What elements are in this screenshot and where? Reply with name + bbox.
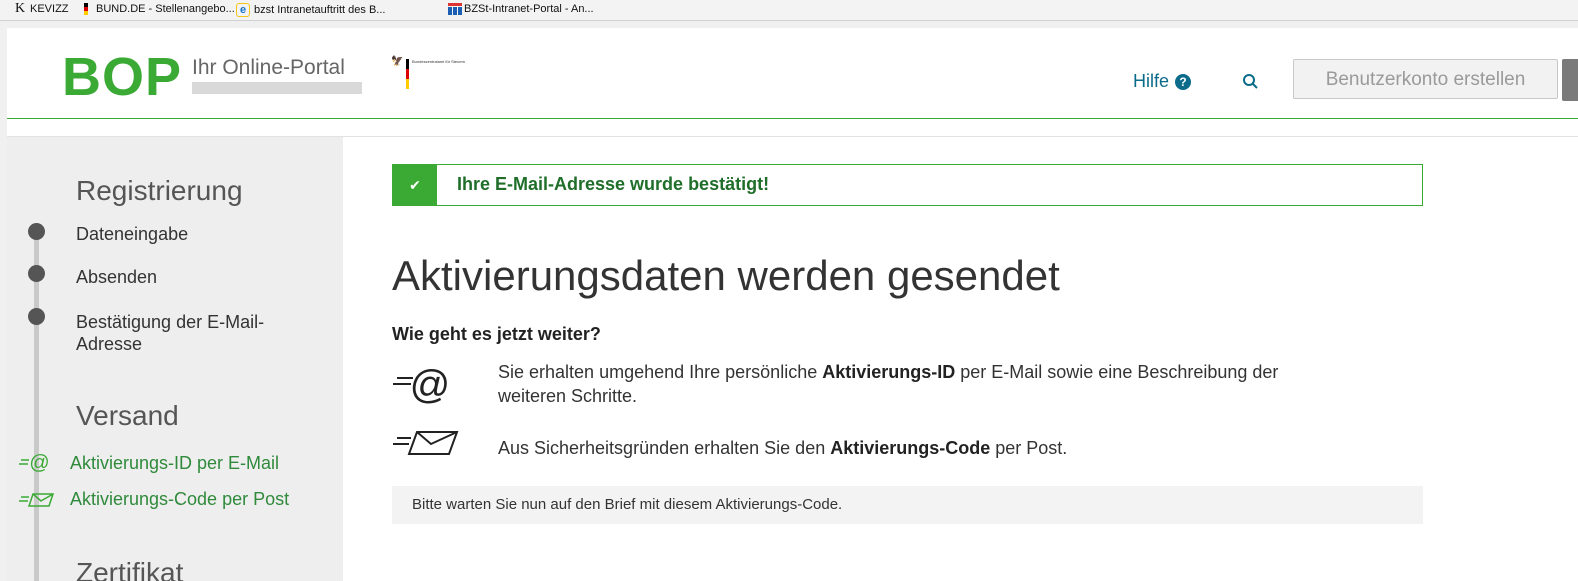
header-divider (7, 118, 1578, 119)
bookmark-bzst-portal[interactable]: BZSt-Intranet-Portal - An... (448, 3, 594, 15)
step-dot (28, 223, 45, 240)
success-alert: ✔ Ihre E-Mail-Adresse wurde bestätigt! (392, 164, 1423, 206)
create-account-button[interactable]: Benutzerkonto erstellen (1293, 59, 1558, 99)
bookmarks-bar: K KEVIZZ BUND.DE - Stellenangebo... e bz… (0, 0, 1578, 21)
section-title-registration: Registrierung (76, 175, 243, 206)
post-info-post: per Post. (990, 438, 1068, 458)
svg-text:@: @ (409, 363, 450, 406)
agency-logo[interactable]: 🦅 Bundeszentralamt für Steuern (391, 57, 471, 91)
step-submit: Absenden (76, 267, 158, 287)
info-note: Bitte warten Sie nun auf den Brief mit d… (392, 486, 1423, 524)
help-label: Hilfe (1133, 71, 1170, 91)
bookmark-label: BUND.DE - Stellenangebo... (96, 3, 235, 15)
section-title-shipping: Versand (76, 400, 179, 431)
email-at-icon: @ (19, 452, 55, 474)
bookmark-kevizz[interactable]: K KEVIZZ (14, 1, 69, 16)
shipping-email: Aktivierungs-ID per E-Mail (70, 453, 280, 473)
bookmark-bzst-intranet[interactable]: e bzst Intranetauftritt des B... (236, 3, 385, 17)
email-info-bold: Aktivierungs-ID (822, 362, 956, 382)
eagle-icon: 🦅 (391, 56, 404, 67)
step-data-entry: Dateneingabe (76, 224, 189, 244)
alert-message: Ihre E-Mail-Adresse wurde bestätigt! (457, 174, 770, 194)
bop-logo[interactable]: BOP (62, 48, 182, 106)
ie-icon: e (236, 3, 250, 17)
portal-subtitle-placeholder (192, 82, 362, 94)
envelope-icon (391, 428, 461, 472)
section-title-certificate: Zertifikat (76, 557, 184, 581)
bookmark-label: bzst Intranetauftritt des B... (254, 4, 386, 16)
email-info-text: Sie erhalten umgehend Ihre persönliche A… (498, 360, 1418, 408)
post-info-pre: Aus Sicherheitsgründen erhalten Sie den (498, 438, 831, 458)
german-flag-stripe (406, 59, 409, 89)
envelope-icon (19, 489, 55, 509)
shipping-post: Aktivierungs-Code per Post (70, 489, 290, 509)
site-header: BOP Ihr Online-Portal 🦅 Bundeszentralamt… (7, 28, 1578, 118)
help-link[interactable]: Hilfe ? (1133, 71, 1192, 92)
svg-text:@: @ (29, 452, 49, 472)
page-title: Aktivierungsdaten werden gesendet (392, 252, 1060, 299)
post-info-text: Aus Sicherheitsgründen erhalten Sie den … (498, 436, 1418, 460)
page: BOP Ihr Online-Portal 🦅 Bundeszentralamt… (7, 28, 1578, 581)
portal-name: Ihr Online-Portal (192, 56, 345, 79)
step-dot (28, 308, 45, 325)
step-dot (28, 265, 45, 282)
login-button[interactable] (1562, 59, 1578, 101)
portal-icon (448, 3, 462, 15)
post-info-bold: Aktivierungs-Code (830, 438, 991, 458)
note-text: Bitte warten Sie nun auf den Brief mit d… (412, 496, 843, 513)
email-at-icon: @ (391, 362, 461, 407)
checkmark-icon: ✔ (393, 165, 437, 205)
flag-icon (80, 3, 92, 15)
bookmark-label: KEVIZZ (30, 3, 69, 15)
k-icon: K (14, 1, 26, 16)
bookmark-label: BZSt-Intranet-Portal - An... (464, 3, 594, 15)
section-subtitle: Wie geht es jetzt weiter? (392, 324, 601, 344)
bookmark-bund[interactable]: BUND.DE - Stellenangebo... (80, 3, 235, 15)
email-info-line2: weiteren Schritte. (498, 386, 638, 406)
question-icon: ? (1175, 73, 1192, 90)
step-email-confirm-cont: Adresse (76, 334, 143, 354)
email-info-post: per E-Mail sowie eine Beschreibung der (955, 362, 1279, 382)
step-email-confirm: Bestätigung der E-Mail- (76, 312, 265, 332)
email-info-pre: Sie erhalten umgehend Ihre persönliche (498, 362, 823, 382)
search-icon[interactable] (1241, 72, 1261, 92)
agency-name: Bundeszentralamt für Steuern (412, 59, 466, 64)
progress-sidebar: Registrierung Dateneingabe Absenden Best… (7, 137, 343, 581)
